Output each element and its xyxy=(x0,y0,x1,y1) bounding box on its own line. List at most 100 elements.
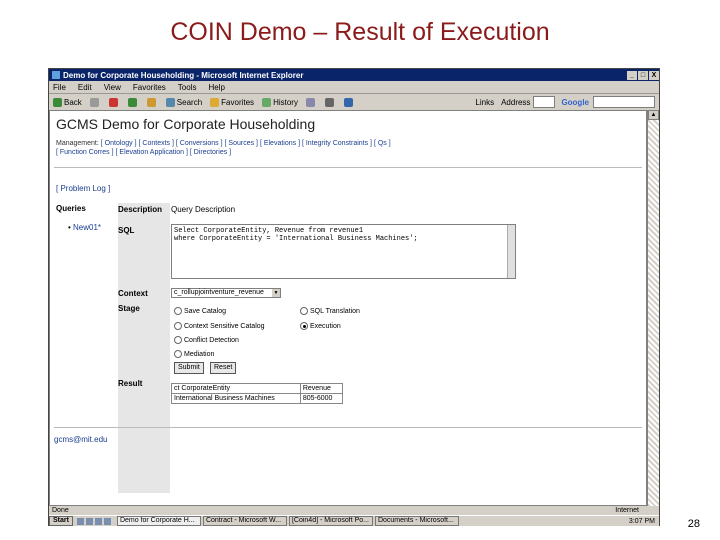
link-conversions[interactable]: [ Conversions ] xyxy=(176,140,223,147)
google-toolbar-logo[interactable]: Google xyxy=(561,98,589,107)
edit-button[interactable] xyxy=(343,97,355,107)
result-table: ct CorporateEntity Revenue International… xyxy=(171,383,344,404)
taskbar-item[interactable]: Demo for Corporate H... xyxy=(116,516,201,526)
link-ontology[interactable]: [ Ontology ] xyxy=(101,140,137,147)
favorites-button[interactable]: Favorites xyxy=(210,97,254,107)
home-button[interactable] xyxy=(146,97,158,107)
result-header: Revenue xyxy=(299,383,344,394)
link-sources[interactable]: [ Sources ] xyxy=(225,140,258,147)
page-heading: GCMS Demo for Corporate Householding xyxy=(56,116,316,132)
table-header-row: ct CorporateEntity Revenue xyxy=(171,383,344,394)
result-cell: 805-6000 xyxy=(299,393,344,404)
table-row: International Business Machines 805-6000 xyxy=(171,393,344,404)
submit-button[interactable]: Submit xyxy=(174,362,204,374)
print-button[interactable] xyxy=(324,97,336,107)
browser-window: Demo for Corporate Householding - Micros… xyxy=(48,68,660,526)
context-select[interactable]: c_rollupjointventure_revenue ▼ xyxy=(171,288,281,298)
radio-button[interactable] xyxy=(174,350,182,358)
result-header: ct CorporateEntity xyxy=(171,383,301,394)
management-label: Management: xyxy=(56,140,99,147)
stage-mediation[interactable]: Mediation xyxy=(174,350,214,358)
radio-button[interactable] xyxy=(174,322,182,330)
status-text: Done xyxy=(52,507,69,514)
reset-button[interactable]: Reset xyxy=(210,362,237,374)
taskbar-item[interactable]: [Coin4d] - Microsoft Po... xyxy=(288,516,373,526)
status-zone: Internet xyxy=(615,507,639,514)
print-icon xyxy=(324,97,334,107)
menu-view[interactable]: View xyxy=(104,83,121,92)
sql-textarea[interactable]: Select CorporateEntity, Revenue from rev… xyxy=(171,224,516,279)
forward-arrow-icon xyxy=(89,97,99,107)
stage-save-catalog[interactable]: Save Catalog xyxy=(174,307,226,315)
refresh-icon xyxy=(127,97,137,107)
slide-number: 28 xyxy=(687,518,700,530)
mail-button[interactable] xyxy=(305,97,317,107)
stage-label: Stage xyxy=(118,304,140,313)
problem-log-link[interactable]: [ Problem Log ] xyxy=(56,184,110,193)
radio-button[interactable] xyxy=(174,307,182,315)
start-button[interactable]: Start xyxy=(49,516,73,526)
quicklaunch-icon[interactable] xyxy=(103,517,111,525)
menu-edit[interactable]: Edit xyxy=(78,83,92,92)
email-link[interactable]: gcms@mit.edu xyxy=(54,435,107,444)
sql-scrollbar[interactable] xyxy=(507,225,515,278)
address-label: Address xyxy=(501,97,531,107)
slide-title: COIN Demo – Result of Execution xyxy=(170,18,550,46)
quicklaunch-icon[interactable] xyxy=(76,517,84,525)
search-button[interactable]: Search xyxy=(165,97,202,107)
stage-conflict-detection[interactable]: Conflict Detection xyxy=(174,336,239,344)
back-button[interactable]: Back xyxy=(53,97,82,107)
context-selected-value: c_rollupjointventure_revenue xyxy=(174,289,264,296)
refresh-button[interactable] xyxy=(127,97,139,107)
link-contexts[interactable]: [ Contexts ] xyxy=(139,140,174,147)
taskbar-clock: 3:07 PM xyxy=(628,517,655,525)
browser-toolbar: Back Search Favorites History Links Addr… xyxy=(49,94,659,111)
google-search-input[interactable] xyxy=(593,96,655,108)
scroll-up-icon[interactable]: ▲ xyxy=(648,110,659,120)
link-elevation-application[interactable]: [ Elevation Application ] xyxy=(116,149,188,156)
search-icon xyxy=(165,97,175,107)
quicklaunch-icon[interactable] xyxy=(85,517,93,525)
menu-favorites[interactable]: Favorites xyxy=(133,83,166,92)
history-button[interactable]: History xyxy=(262,97,298,107)
close-button[interactable]: X xyxy=(649,70,659,80)
back-arrow-icon xyxy=(53,97,62,107)
queries-heading: Queries xyxy=(56,204,86,213)
link-elevations[interactable]: [ Elevations ] xyxy=(260,140,300,147)
radio-button[interactable] xyxy=(174,336,182,344)
link-directories[interactable]: [ Directories ] xyxy=(190,149,231,156)
link-integrity-constraints[interactable]: [ Integrity Constraints ] xyxy=(302,140,372,147)
stage-context-sensitive-catalog[interactable]: Context Sensitive Catalog xyxy=(174,322,265,330)
description-label: Description xyxy=(118,205,163,214)
chevron-down-icon[interactable]: ▼ xyxy=(272,289,280,297)
query-item-link[interactable]: New01* xyxy=(68,223,101,232)
taskbar-item[interactable]: Contract - Microsoft W... xyxy=(202,516,287,526)
link-qs[interactable]: [ Qs ] xyxy=(374,140,391,147)
management-links: Management: [ Ontology ] [ Contexts ] [ … xyxy=(56,139,641,157)
quicklaunch-icon[interactable] xyxy=(94,517,102,525)
stage-execution[interactable]: Execution xyxy=(300,322,341,330)
description-value[interactable]: Query Description xyxy=(171,205,235,214)
menu-help[interactable]: Help xyxy=(208,83,224,92)
minimize-button[interactable]: _ xyxy=(627,70,637,80)
menu-file[interactable]: File xyxy=(53,83,66,92)
radio-button[interactable] xyxy=(300,307,308,315)
status-bar: Done Internet xyxy=(49,506,659,515)
menu-tools[interactable]: Tools xyxy=(178,83,197,92)
forward-button[interactable] xyxy=(89,97,101,107)
vertical-scrollbar[interactable]: ▲ xyxy=(647,110,659,506)
sql-label: SQL xyxy=(118,226,135,235)
link-function-corres[interactable]: [ Function Corres ] xyxy=(56,149,114,156)
address-input[interactable] xyxy=(533,96,556,108)
taskbar-item[interactable]: Documents - Microsoft... xyxy=(374,516,459,526)
maximize-button[interactable]: □ xyxy=(638,70,648,80)
stop-button[interactable] xyxy=(108,97,120,107)
mail-icon xyxy=(305,97,315,107)
links-label[interactable]: Links xyxy=(475,98,494,107)
history-icon xyxy=(262,97,272,107)
radio-button-selected[interactable] xyxy=(300,322,308,330)
divider xyxy=(54,167,642,168)
label-column xyxy=(118,203,170,493)
edit-icon xyxy=(343,97,353,107)
stage-sql-translation[interactable]: SQL Translation xyxy=(300,307,360,315)
